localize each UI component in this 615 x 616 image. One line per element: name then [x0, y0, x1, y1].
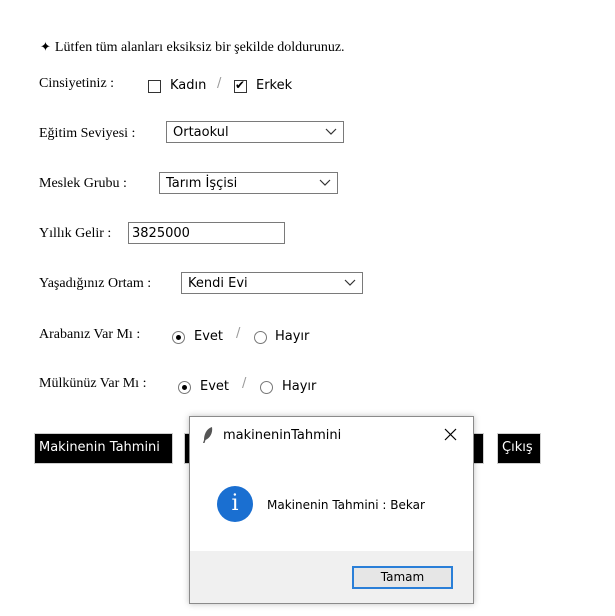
exit-button[interactable]: Çıkış: [497, 433, 541, 464]
dialog-message: Makinenin Tahmini : Bekar: [267, 498, 425, 512]
chevron-down-icon: [319, 179, 331, 186]
living-value: Kendi Evi: [188, 276, 248, 291]
gender-label: Cinsiyetiniz :: [39, 76, 115, 91]
radio-car-evet[interactable]: [172, 331, 185, 344]
property-separator: /: [242, 376, 247, 391]
checkbox-erkek-label: Erkek: [256, 78, 293, 93]
occupation-value: Tarım İşçisi: [166, 176, 238, 191]
car-separator: /: [236, 326, 241, 341]
dialog-title: makineninTahmini: [223, 428, 342, 443]
four-point-star-icon: ✦: [40, 40, 51, 55]
dialog-footer: Tamam: [190, 551, 473, 603]
checkbox-erkek[interactable]: ✔: [234, 78, 247, 93]
radio-property-evet-label: Evet: [200, 379, 230, 394]
radio-car-evet-label: Evet: [194, 329, 224, 344]
chevron-down-icon: [325, 128, 337, 135]
chevron-down-icon: [344, 279, 356, 286]
education-value: Ortaokul: [173, 125, 229, 140]
property-label: Mülkünüz Var Mı :: [39, 376, 147, 391]
ok-button[interactable]: Tamam: [352, 566, 453, 589]
intro-line: ✦ Lütfen tüm alanları eksiksiz bir şekil…: [40, 38, 345, 56]
checkbox-kadin-label: Kadın: [170, 78, 207, 93]
occupation-combobox[interactable]: Tarım İşçisi: [159, 172, 338, 194]
education-label: Eğitim Seviyesi :: [39, 126, 136, 141]
feather-icon: [203, 427, 213, 443]
dialog-titlebar: makineninTahmini: [190, 417, 473, 453]
radio-property-hayir[interactable]: [260, 381, 273, 394]
car-label: Arabanız Var Mı :: [39, 327, 141, 342]
checkmark-icon: ✔: [235, 78, 246, 92]
radio-car-hayir[interactable]: [254, 331, 267, 344]
message-dialog: makineninTahmini i Makinenin Tahmini : B…: [189, 416, 474, 604]
living-label: Yaşadığınız Ortam :: [39, 276, 152, 291]
gender-separator: /: [217, 76, 222, 91]
education-combobox[interactable]: Ortaokul: [166, 121, 344, 143]
close-icon[interactable]: [444, 428, 457, 441]
income-input[interactable]: 3825000: [128, 222, 285, 244]
income-label: Yıllık Gelir :: [39, 226, 112, 241]
radio-property-hayir-label: Hayır: [282, 379, 317, 394]
income-value: 3825000: [132, 226, 190, 241]
radio-property-evet[interactable]: [178, 381, 191, 394]
radio-car-hayir-label: Hayır: [275, 329, 310, 344]
occupation-label: Meslek Grubu :: [39, 176, 127, 191]
predict-button[interactable]: Makinenin Tahmini: [34, 433, 173, 464]
intro-text: Lütfen tüm alanları eksiksiz bir şekilde…: [54, 40, 345, 55]
living-combobox[interactable]: Kendi Evi: [181, 272, 363, 294]
checkbox-kadin[interactable]: [148, 80, 161, 93]
info-icon: i: [217, 486, 253, 522]
